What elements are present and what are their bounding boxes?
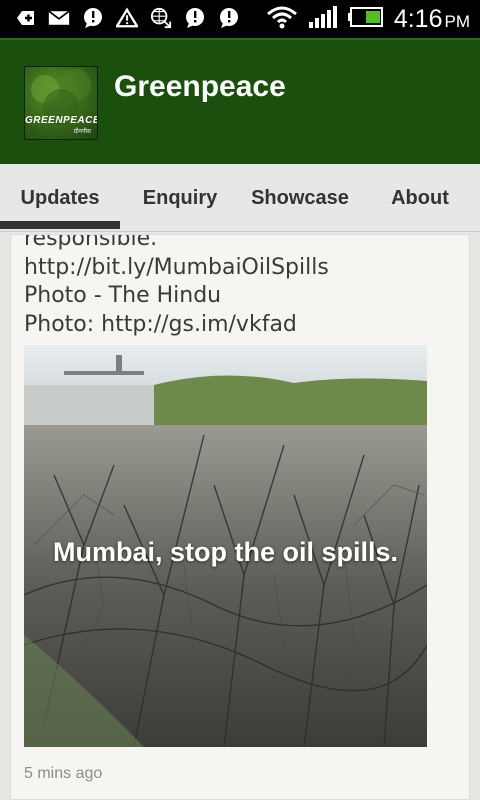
image-caption: Mumbai, stop the oil spills. xyxy=(52,537,399,567)
add-icon xyxy=(14,7,36,29)
web-sync-icon xyxy=(150,7,172,29)
clock-time: 4:16 xyxy=(393,5,443,33)
app-title: Greenpeace xyxy=(114,70,286,103)
tab-label: Updates xyxy=(20,186,100,209)
notification-icons xyxy=(14,7,240,29)
post-text: responsible. http://bit.ly/MumbaiOilSpill… xyxy=(24,234,454,340)
warning-icon xyxy=(116,7,138,29)
tab-label: About xyxy=(391,186,449,209)
tab-label: Showcase xyxy=(251,186,349,209)
post-link[interactable]: http://bit.ly/MumbaiOilSpills xyxy=(24,254,454,283)
tab-showcase[interactable]: Showcase xyxy=(240,164,360,232)
clock: 4:16 PM xyxy=(394,5,470,34)
post-timestamp: 5 mins ago xyxy=(24,765,103,782)
post-image[interactable]: Mumbai, stop the oil spills. xyxy=(24,345,427,747)
tab-enquiry[interactable]: Enquiry xyxy=(120,164,240,232)
post-photo-link[interactable]: Photo: http://gs.im/vkfad xyxy=(24,311,454,340)
mail-icon xyxy=(48,7,70,29)
tab-about[interactable]: About xyxy=(360,164,480,232)
post-text-cut-line: responsible. xyxy=(24,234,158,251)
post-credit: Photo - The Hindu xyxy=(24,283,222,308)
signal-icon xyxy=(308,5,338,34)
clock-ampm: PM xyxy=(444,12,471,31)
app-bar: GREENPEACE ग्रीनपीस Greenpeace xyxy=(0,38,480,164)
battery-icon xyxy=(347,6,384,33)
logo-subtext: ग्रीनपीस xyxy=(73,129,91,135)
chat-alert-icon xyxy=(218,7,240,29)
wifi-icon xyxy=(266,5,298,34)
chat-alert-icon xyxy=(184,7,206,29)
logo-text: GREENPEACE xyxy=(25,115,98,126)
tab-label: Enquiry xyxy=(142,186,218,209)
greenpeace-logo[interactable]: GREENPEACE ग्रीनपीस xyxy=(24,66,98,140)
post-card[interactable]: responsible. http://bit.ly/MumbaiOilSpill… xyxy=(10,234,470,800)
system-icons: 4:16 PM xyxy=(266,5,470,34)
chat-alert-icon xyxy=(82,7,104,29)
status-bar: 4:16 PM xyxy=(0,0,480,38)
selected-tab-indicator xyxy=(0,221,120,229)
